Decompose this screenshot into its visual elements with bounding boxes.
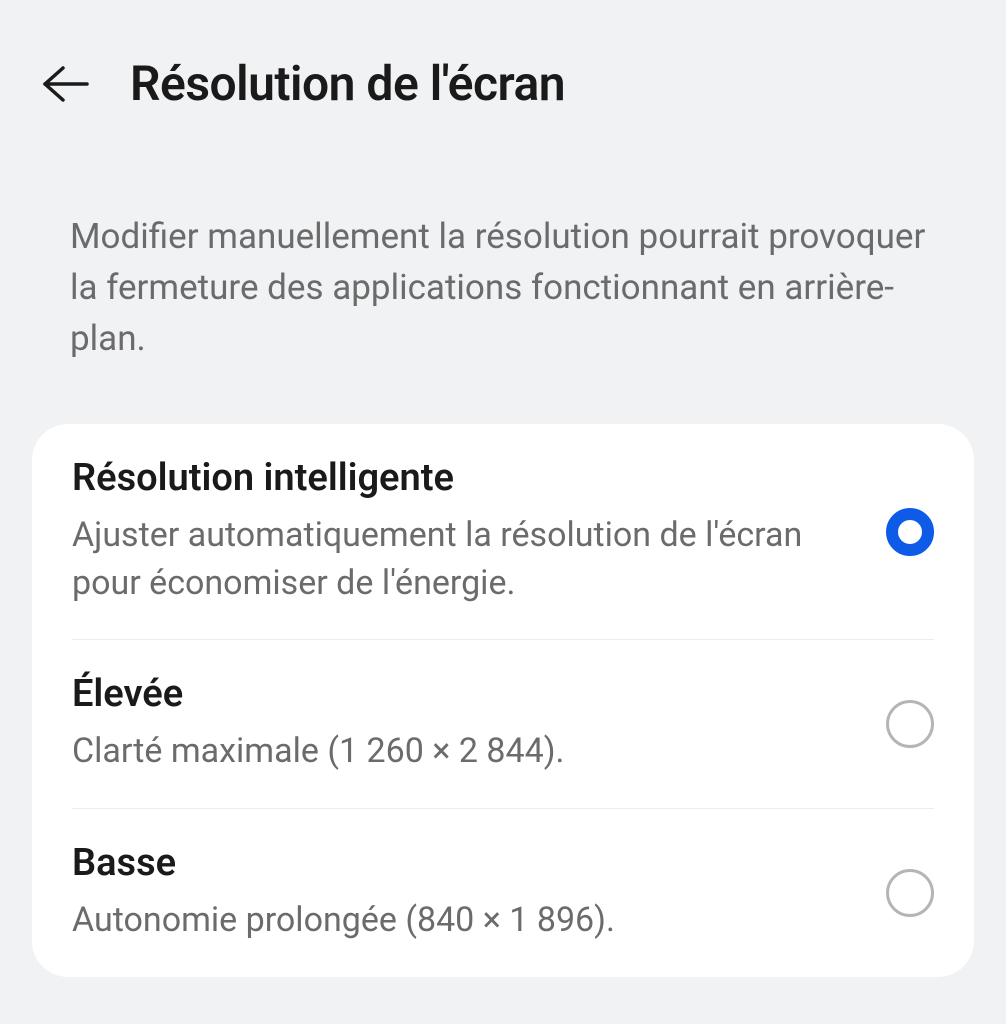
header: Résolution de l'écran (0, 0, 1006, 112)
option-title: Basse (72, 841, 862, 885)
back-arrow-icon (41, 64, 89, 104)
radio-low[interactable] (886, 869, 934, 917)
radio-selected-icon (886, 508, 934, 556)
back-button[interactable] (40, 59, 90, 109)
option-title: Élevée (72, 672, 862, 716)
options-card: Résolution intelligente Ajuster automati… (32, 424, 974, 976)
option-high[interactable]: Élevée Clarté maximale (1 260 × 2 844). (32, 640, 974, 808)
option-subtitle: Ajuster automatiquement la résolution de… (72, 512, 862, 607)
option-title: Résolution intelligente (72, 456, 862, 500)
radio-smart-resolution[interactable] (886, 508, 934, 556)
option-subtitle: Clarté maximale (1 260 × 2 844). (72, 728, 862, 776)
option-low[interactable]: Basse Autonomie prolongée (840 × 1 896). (32, 809, 974, 977)
option-smart-resolution[interactable]: Résolution intelligente Ajuster automati… (32, 424, 974, 639)
option-subtitle: Autonomie prolongée (840 × 1 896). (72, 897, 862, 945)
radio-unselected-icon (886, 700, 934, 748)
description-text: Modifier manuellement la résolution pour… (0, 112, 1006, 364)
option-content: Basse Autonomie prolongée (840 × 1 896). (72, 841, 886, 945)
radio-high[interactable] (886, 700, 934, 748)
page-title: Résolution de l'écran (130, 55, 565, 112)
option-content: Résolution intelligente Ajuster automati… (72, 456, 886, 607)
radio-unselected-icon (886, 869, 934, 917)
option-content: Élevée Clarté maximale (1 260 × 2 844). (72, 672, 886, 776)
